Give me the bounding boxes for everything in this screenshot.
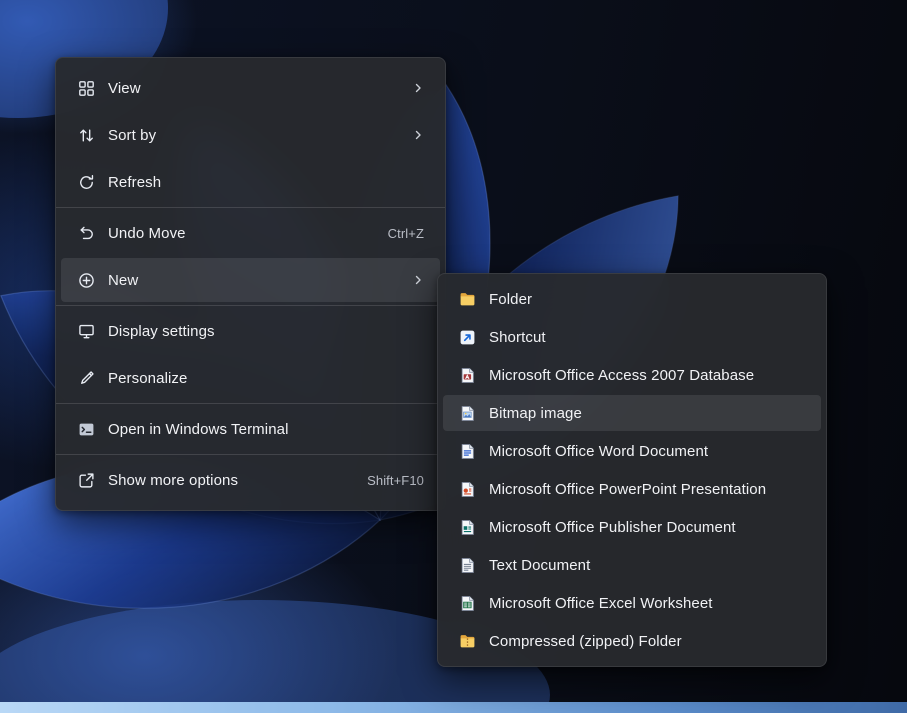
menu-item-label: Display settings xyxy=(108,323,215,340)
chevron-right-icon xyxy=(412,82,424,94)
publisher-file-icon xyxy=(459,519,476,536)
menu-item-label: New xyxy=(108,272,138,289)
menu-item-sort-by[interactable]: Sort by xyxy=(61,113,440,157)
refresh-icon xyxy=(77,173,95,191)
shortcut-arrow-icon xyxy=(459,329,476,346)
powerpoint-file-icon xyxy=(459,481,476,498)
submenu-item-label: Microsoft Office Excel Worksheet xyxy=(489,595,713,612)
grid-view-icon xyxy=(77,79,95,97)
menu-item-view[interactable]: View xyxy=(61,66,440,110)
chevron-right-icon xyxy=(412,129,424,141)
shortcut-hint: Ctrl+Z xyxy=(388,226,424,241)
zip-folder-icon xyxy=(459,633,476,650)
submenu-item-bitmap-image[interactable]: Bitmap image xyxy=(443,395,821,431)
word-document-file-icon xyxy=(459,443,476,460)
menu-item-label: Sort by xyxy=(108,127,156,144)
submenu-item-label: Compressed (zipped) Folder xyxy=(489,633,682,650)
menu-item-open-windows-terminal[interactable]: Open in Windows Terminal xyxy=(61,407,440,451)
submenu-item-powerpoint-presentation[interactable]: Microsoft Office PowerPoint Presentation xyxy=(443,471,821,507)
menu-separator xyxy=(56,207,445,208)
access-database-file-icon xyxy=(459,367,476,384)
submenu-item-compressed-folder[interactable]: Compressed (zipped) Folder xyxy=(443,623,821,659)
new-plus-icon xyxy=(77,271,95,289)
folder-icon xyxy=(459,291,476,308)
menu-item-display-settings[interactable]: Display settings xyxy=(61,309,440,353)
menu-item-undo-move[interactable]: Undo Move Ctrl+Z xyxy=(61,211,440,255)
submenu-item-label: Bitmap image xyxy=(489,405,582,422)
menu-separator xyxy=(56,403,445,404)
menu-item-label: Personalize xyxy=(108,370,187,387)
menu-separator xyxy=(56,454,445,455)
excel-worksheet-file-icon xyxy=(459,595,476,612)
menu-separator xyxy=(56,305,445,306)
submenu-item-label: Text Document xyxy=(489,557,590,574)
menu-item-new[interactable]: New xyxy=(61,258,440,302)
menu-item-personalize[interactable]: Personalize xyxy=(61,356,440,400)
bitmap-image-file-icon xyxy=(459,405,476,422)
submenu-item-label: Microsoft Office PowerPoint Presentation xyxy=(489,481,766,498)
shortcut-hint: Shift+F10 xyxy=(367,473,424,488)
display-settings-icon xyxy=(77,322,95,340)
wallpaper-bottom-strip xyxy=(0,702,907,713)
personalize-brush-icon xyxy=(77,369,95,387)
menu-item-show-more-options[interactable]: Show more options Shift+F10 xyxy=(61,458,440,502)
context-menu: View Sort by Refresh Undo Move xyxy=(55,57,446,511)
submenu-item-label: Microsoft Office Publisher Document xyxy=(489,519,736,536)
submenu-item-excel-worksheet[interactable]: Microsoft Office Excel Worksheet xyxy=(443,585,821,621)
text-document-file-icon xyxy=(459,557,476,574)
submenu-item-text-document[interactable]: Text Document xyxy=(443,547,821,583)
submenu-item-label: Folder xyxy=(489,291,532,308)
menu-item-label: View xyxy=(108,80,141,97)
menu-item-label: Open in Windows Terminal xyxy=(108,421,289,438)
sort-arrows-icon xyxy=(77,126,95,144)
undo-icon xyxy=(77,224,95,242)
submenu-item-label: Shortcut xyxy=(489,329,546,346)
terminal-icon xyxy=(77,420,95,438)
submenu-item-access-database[interactable]: Microsoft Office Access 2007 Database xyxy=(443,357,821,393)
menu-item-label: Undo Move xyxy=(108,225,186,242)
menu-item-label: Refresh xyxy=(108,174,161,191)
chevron-right-icon xyxy=(412,274,424,286)
submenu-item-word-document[interactable]: Microsoft Office Word Document xyxy=(443,433,821,469)
submenu-item-label: Microsoft Office Access 2007 Database xyxy=(489,367,754,384)
show-more-options-icon xyxy=(77,471,95,489)
submenu-item-folder[interactable]: Folder xyxy=(443,281,821,317)
submenu-item-label: Microsoft Office Word Document xyxy=(489,443,708,460)
menu-item-refresh[interactable]: Refresh xyxy=(61,160,440,204)
menu-item-label: Show more options xyxy=(108,472,238,489)
submenu-item-publisher-document[interactable]: Microsoft Office Publisher Document xyxy=(443,509,821,545)
new-submenu: Folder Shortcut Microsoft Office Access … xyxy=(437,273,827,667)
submenu-item-shortcut[interactable]: Shortcut xyxy=(443,319,821,355)
